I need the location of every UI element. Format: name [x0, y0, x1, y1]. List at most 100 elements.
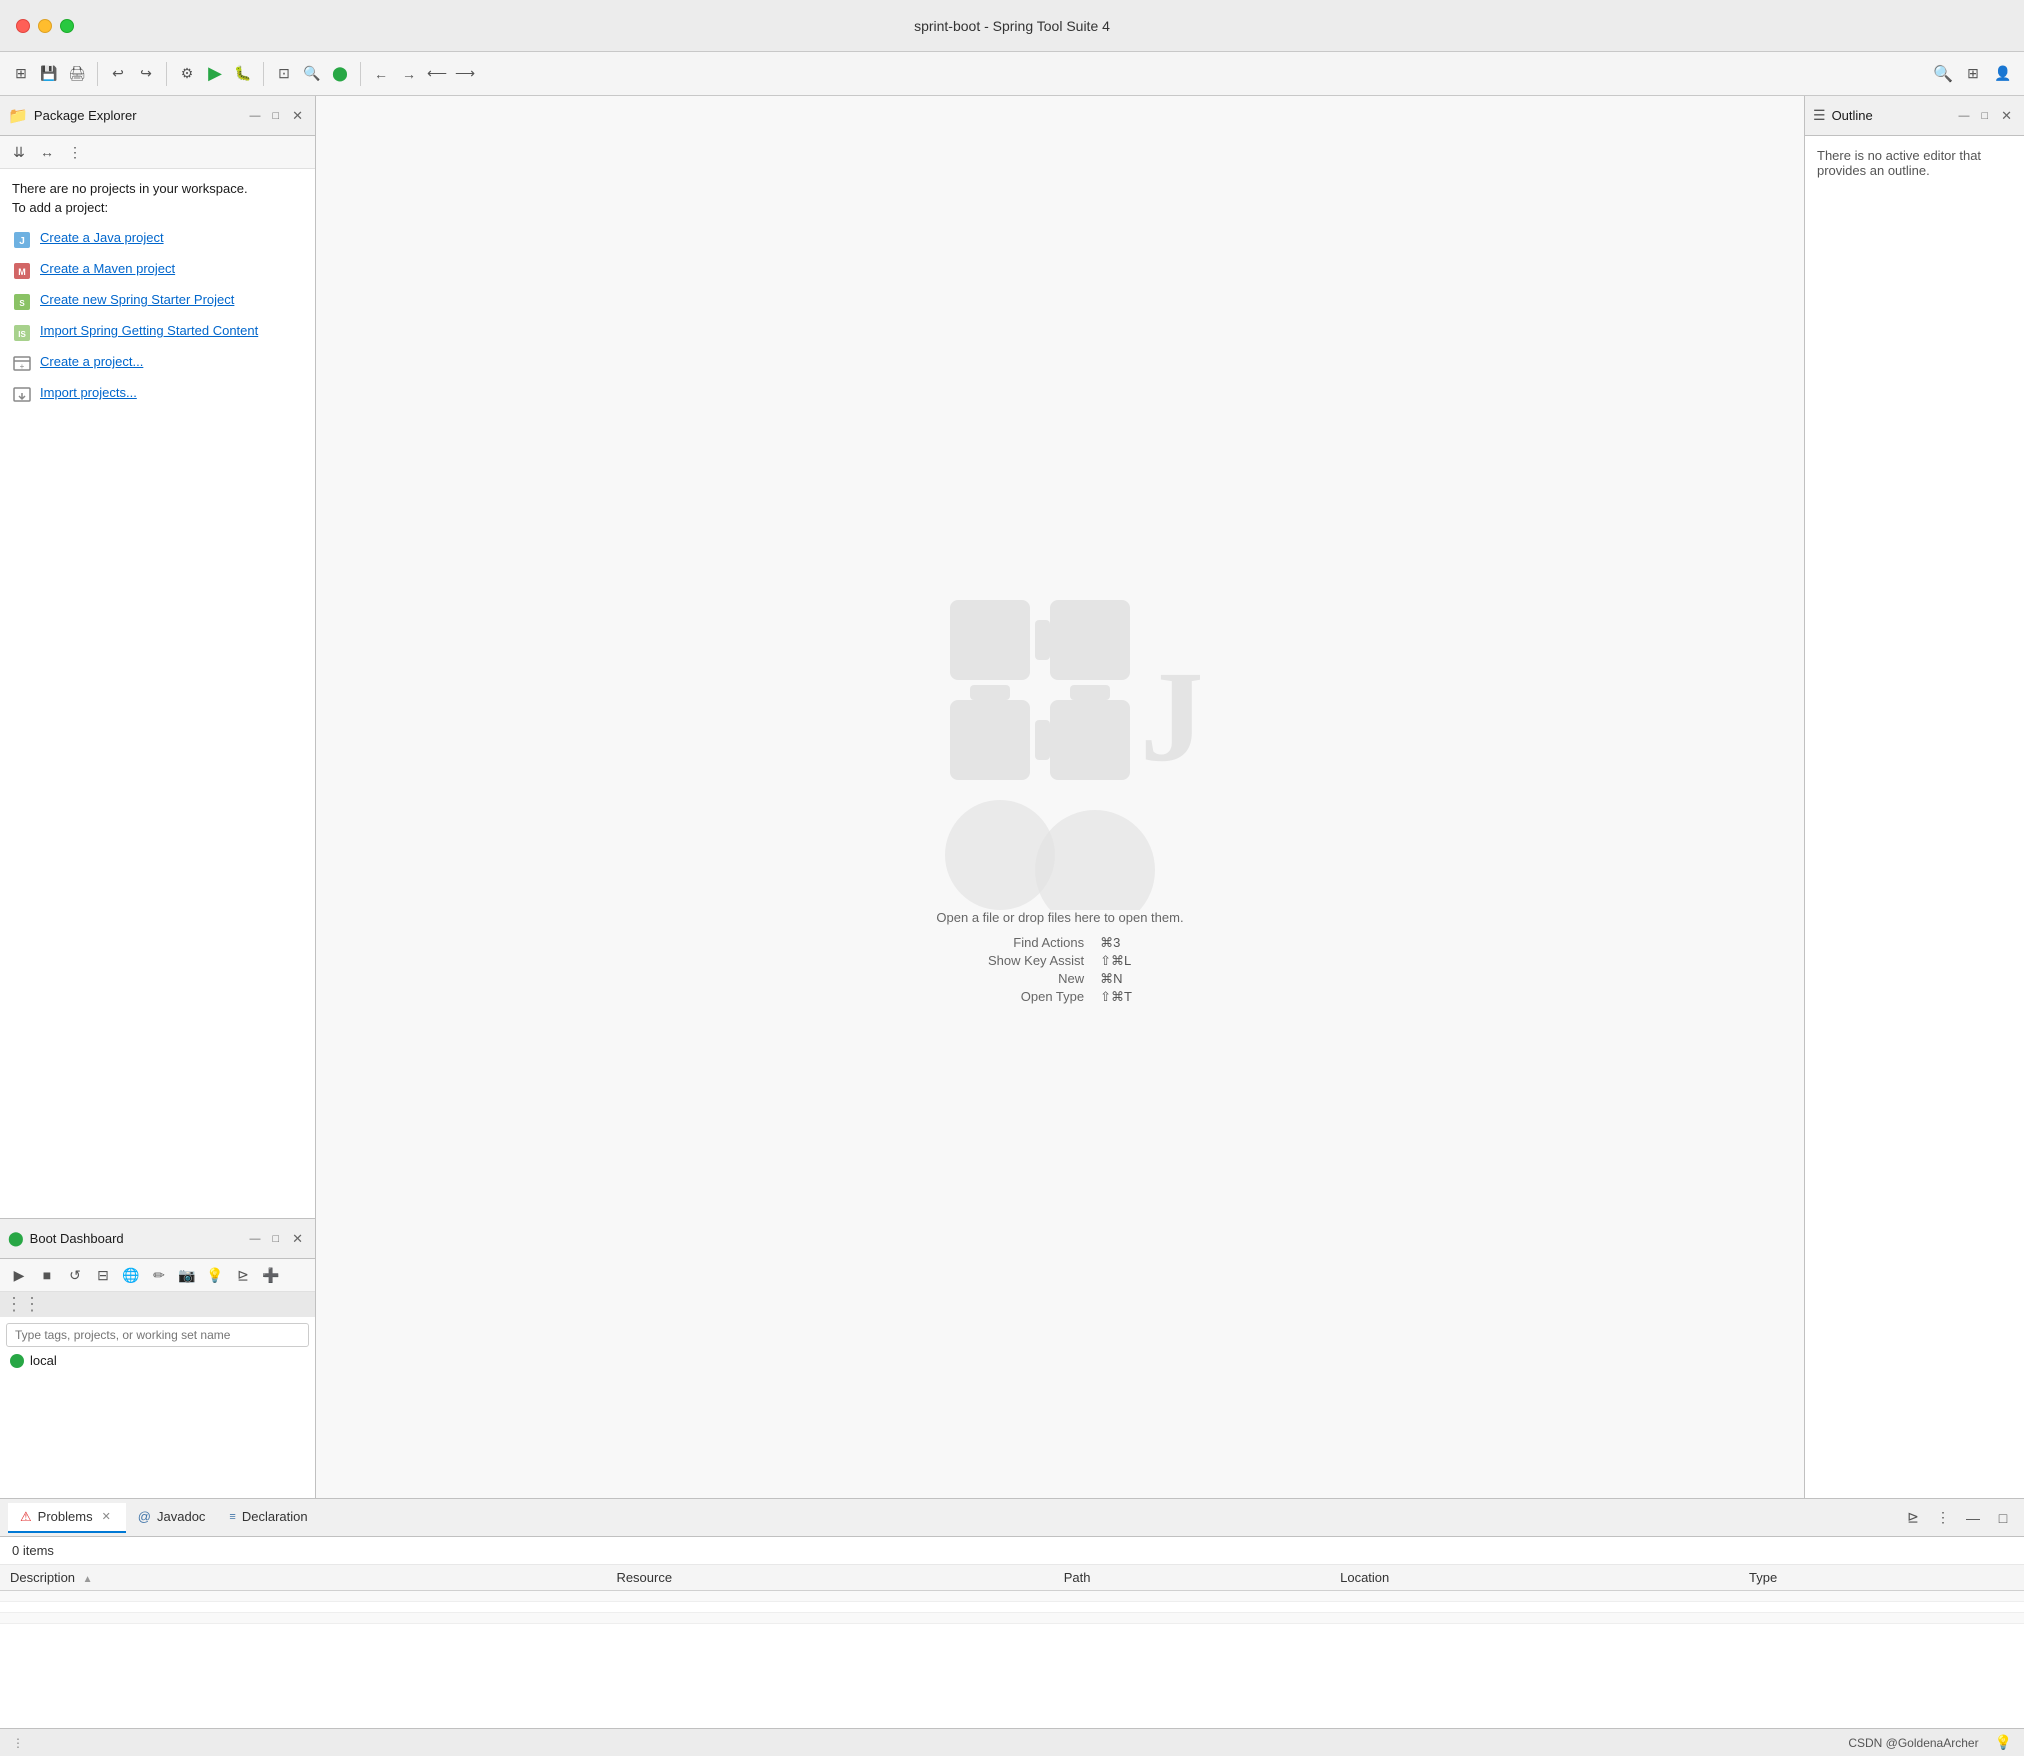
package-explorer-maximize[interactable]: □	[269, 108, 282, 124]
print-button[interactable]: 🖨	[64, 61, 90, 87]
boot-dashboard-maximize[interactable]: □	[269, 1231, 282, 1247]
create-maven-icon: M	[12, 261, 32, 281]
col-type[interactable]: Type	[1739, 1565, 2024, 1591]
view-group: ⊡ 🔍 ⬤	[271, 61, 353, 87]
boot-start-button[interactable]: ▶	[6, 1262, 32, 1288]
new-button[interactable]: ⊞	[8, 61, 34, 87]
forward-button[interactable]: →	[396, 61, 422, 87]
show-key-assist-label: Show Key Assist	[988, 953, 1084, 969]
left-panel: 📁 Package Explorer — □ ✕ ⇊ ↔ ⋮ There are…	[0, 96, 316, 1498]
col-description[interactable]: Description ▲	[0, 1565, 606, 1591]
bottom-tab-actions: ⊵ ⋮ — □	[1900, 1505, 2016, 1531]
spring-run-button[interactable]: ⬤	[327, 61, 353, 87]
outline-icon: ☰	[1813, 107, 1826, 124]
perspectives-button[interactable]: ⊞	[1960, 61, 1986, 87]
main-toolbar: ⊞ 💾 🖨 ↩ ↪ ⚙ ▶ 🐛 ⊡ 🔍 ⬤ ← → ⟵ ⟶ 🔍 ⊞ 👤	[0, 52, 2024, 96]
tab-javadoc[interactable]: @ Javadoc	[126, 1503, 218, 1532]
status-bar: ⋮ CSDN @GoldenaArcher 💡	[0, 1728, 2024, 1756]
create-project-icon: +	[12, 354, 32, 374]
package-explorer-close[interactable]: ✕	[288, 106, 307, 126]
bottom-panel: ⚠ Problems ✕ @ Javadoc ≡ Declaration ⊵ ⋮…	[0, 1498, 2024, 1728]
nav-left-button[interactable]: ⟵	[424, 61, 450, 87]
col-location[interactable]: Location	[1330, 1565, 1739, 1591]
separator-1	[97, 62, 98, 86]
import-spring-text: Import Spring Getting Started Content	[40, 322, 258, 340]
outline-close[interactable]: ✕	[1997, 106, 2016, 126]
boot-add-button[interactable]: ➕	[258, 1262, 284, 1288]
user-button[interactable]: 👤	[1990, 61, 2016, 87]
package-explorer-icon: 📁	[8, 106, 28, 126]
row-location	[1330, 1602, 1739, 1613]
boot-snapshot-button[interactable]: 📷	[174, 1262, 200, 1288]
create-project-link[interactable]: + Create a project...	[12, 353, 303, 374]
view-menu-button[interactable]: ⋮	[62, 139, 88, 165]
minimize-window-button[interactable]	[38, 19, 52, 33]
row-resource	[606, 1613, 1053, 1624]
boot-tags-button[interactable]: ✏	[146, 1262, 172, 1288]
boot-dashboard-close[interactable]: ✕	[288, 1229, 307, 1249]
items-count: 0 items	[0, 1537, 2024, 1565]
nav-right-button[interactable]: ⟶	[452, 61, 478, 87]
boot-open-browser-button[interactable]: 🌐	[118, 1262, 144, 1288]
undo-button[interactable]: ↩	[105, 61, 131, 87]
boot-filter-button[interactable]: ⊵	[230, 1262, 256, 1288]
boot-toggle-button[interactable]: 💡	[202, 1262, 228, 1288]
col-resource[interactable]: Resource	[606, 1565, 1053, 1591]
global-search-button[interactable]: 🔍	[1930, 61, 1956, 87]
redo-button[interactable]: ↪	[133, 61, 159, 87]
outline-maximize[interactable]: □	[1978, 108, 1991, 124]
svg-text:M: M	[18, 267, 26, 277]
local-item[interactable]: local	[6, 1347, 309, 1374]
open-type-label: Open Type	[988, 989, 1084, 1005]
close-window-button[interactable]	[16, 19, 30, 33]
debug-button[interactable]: 🐛	[230, 61, 256, 87]
run-button[interactable]: ▶	[202, 61, 228, 87]
boot-dashboard-minimize[interactable]: —	[246, 1231, 263, 1247]
problems-filter-button[interactable]: ⊵	[1900, 1505, 1926, 1531]
svg-text:IS: IS	[18, 330, 26, 339]
problems-tab-close[interactable]: ✕	[99, 1509, 114, 1524]
package-explorer-panel: 📁 Package Explorer — □ ✕ ⇊ ↔ ⋮ There are…	[0, 96, 315, 1218]
col-path[interactable]: Path	[1054, 1565, 1330, 1591]
create-java-link[interactable]: J Create a Java project	[12, 229, 303, 250]
boot-dashboard-panel: ⬤ Boot Dashboard — □ ✕ ▶ ■ ↺ ⊟ 🌐 ✏ 📷 💡 ⊵…	[0, 1218, 315, 1498]
collapse-all-button[interactable]: ⇊	[6, 139, 32, 165]
bottom-minimize-button[interactable]: —	[1960, 1505, 1986, 1531]
fullscreen-window-button[interactable]	[60, 19, 74, 33]
javadoc-icon: @	[138, 1509, 151, 1524]
import-spring-link[interactable]: IS Import Spring Getting Started Content	[12, 322, 303, 343]
local-label: local	[30, 1353, 57, 1368]
search-small-button[interactable]: 🔍	[299, 61, 325, 87]
open-type-key: ⇧⌘T	[1100, 989, 1132, 1005]
perspective-button[interactable]: ⊡	[271, 61, 297, 87]
new-label: New	[988, 971, 1084, 987]
boot-restart-button[interactable]: ↺	[62, 1262, 88, 1288]
window-title: sprint-boot - Spring Tool Suite 4	[914, 18, 1110, 34]
build-button[interactable]: ⚙	[174, 61, 200, 87]
boot-search-input[interactable]	[6, 1323, 309, 1347]
boot-stop-button[interactable]: ■	[34, 1262, 60, 1288]
traffic-lights	[16, 19, 74, 33]
bottom-maximize-button[interactable]: □	[1990, 1505, 2016, 1531]
outline-minimize[interactable]: —	[1955, 108, 1972, 124]
package-explorer-minimize[interactable]: —	[246, 108, 263, 124]
editor-area[interactable]: J Open a file or drop files here to open…	[316, 96, 1804, 1498]
table-row	[0, 1602, 2024, 1613]
build-group: ⚙ ▶ 🐛	[174, 61, 256, 87]
boot-open-console-button[interactable]: ⊟	[90, 1262, 116, 1288]
import-projects-link[interactable]: Import projects...	[12, 384, 303, 405]
separator-4	[360, 62, 361, 86]
problems-menu-button[interactable]: ⋮	[1930, 1505, 1956, 1531]
tab-problems[interactable]: ⚠ Problems ✕	[8, 1503, 126, 1533]
create-maven-link[interactable]: M Create a Maven project	[12, 260, 303, 281]
title-bar: sprint-boot - Spring Tool Suite 4	[0, 0, 2024, 52]
link-editor-button[interactable]: ↔	[34, 139, 60, 165]
declaration-icon: ≡	[229, 1511, 235, 1523]
create-spring-link[interactable]: S Create new Spring Starter Project	[12, 291, 303, 312]
find-actions-key: ⌘3	[1100, 935, 1132, 951]
back-button[interactable]: ←	[368, 61, 394, 87]
tab-declaration[interactable]: ≡ Declaration	[217, 1503, 319, 1532]
nav-group: ← → ⟵ ⟶	[368, 61, 478, 87]
boot-grid-icon[interactable]: ⋮⋮	[0, 1292, 46, 1317]
save-button[interactable]: 💾	[36, 61, 62, 87]
